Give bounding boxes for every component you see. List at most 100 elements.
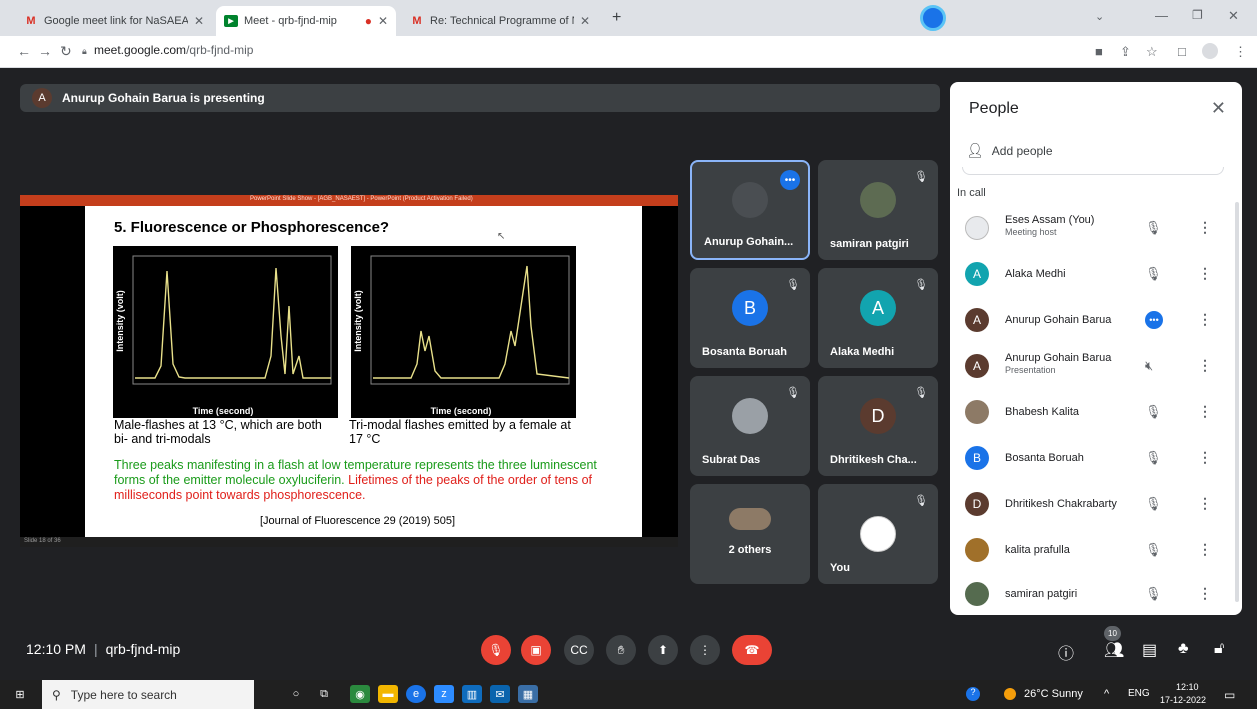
star-icon[interactable]: ☆ bbox=[1146, 44, 1158, 60]
leave-call-button[interactable]: ☎︎ bbox=[732, 635, 772, 665]
task-view-icon[interactable]: ⧉ bbox=[314, 685, 334, 703]
weather-text[interactable]: 26°C Sunny bbox=[1024, 688, 1083, 700]
mic-off-icon[interactable]: 🎙︎ bbox=[1145, 450, 1162, 466]
more-options-button[interactable]: ⋮ bbox=[690, 635, 720, 665]
sidebar-icon[interactable]: □ bbox=[1178, 44, 1186, 59]
participant-row[interactable]: Bhabesh Kalita 🎙︎ ⋮ bbox=[950, 390, 1230, 436]
people-panel: People ✕ 👤︎ Add people In call Eses Assa… bbox=[950, 82, 1242, 615]
camera-icon[interactable]: ■ bbox=[1095, 44, 1103, 59]
panel-scrollbar[interactable] bbox=[1235, 202, 1239, 602]
back-icon[interactable]: ← bbox=[17, 43, 31, 59]
mic-off-icon[interactable]: 🎙︎ bbox=[1145, 404, 1162, 420]
present-icon: ⬆ bbox=[657, 643, 669, 657]
in-call-heading: In call bbox=[957, 187, 986, 199]
maximize-icon[interactable]: ❐ bbox=[1192, 8, 1203, 22]
mic-off-icon[interactable]: 🎙︎ bbox=[1145, 496, 1162, 512]
tray-chevron-icon[interactable]: ^ bbox=[1104, 688, 1109, 700]
tile-samiran[interactable]: 🎙︎ samiran patgiri bbox=[818, 160, 938, 260]
more-vert-icon[interactable]: ⋮ bbox=[1198, 357, 1212, 374]
close-window-icon[interactable]: ✕ bbox=[1228, 8, 1239, 24]
more-options-icon[interactable]: ••• bbox=[780, 170, 800, 190]
help-icon[interactable]: ? bbox=[966, 687, 980, 701]
avatar: A bbox=[965, 262, 989, 286]
tab-gmail-technical[interactable]: M Re: Technical Programme of NaS... ✕ bbox=[402, 6, 598, 36]
tile-bosanta[interactable]: 🎙︎ B Bosanta Boruah bbox=[690, 268, 810, 368]
more-vert-icon[interactable]: ⋮ bbox=[1198, 449, 1212, 466]
activities-icon[interactable]: ♣ bbox=[1178, 640, 1189, 658]
menu-icon[interactable]: ⋮ bbox=[1234, 44, 1247, 60]
participant-row[interactable]: D Dhritikesh Chakrabarty 🎙︎ ⋮ bbox=[950, 482, 1230, 528]
avatar bbox=[965, 216, 989, 240]
close-tab-icon[interactable]: ✕ bbox=[378, 14, 388, 28]
url-field[interactable]: meet.google.com/qrb-fjnd-mip bbox=[94, 43, 253, 57]
chat-icon[interactable]: ▤ bbox=[1142, 640, 1157, 660]
more-vert-icon[interactable]: ⋮ bbox=[1198, 219, 1212, 236]
mic-toggle-button[interactable]: 🎙︎ bbox=[481, 635, 511, 665]
store-icon[interactable]: ▥ bbox=[462, 685, 482, 703]
captions-button[interactable]: CC bbox=[564, 635, 594, 665]
tile-anurup[interactable]: ••• Anurup Gohain... bbox=[690, 160, 810, 260]
clock-time[interactable]: 12:10 bbox=[1176, 682, 1199, 692]
participant-row[interactable]: A Alaka Medhi 🎙︎ ⋮ bbox=[950, 252, 1230, 298]
app-icon[interactable]: ▦ bbox=[518, 685, 538, 703]
windows-start-icon[interactable]: ⊞ bbox=[10, 685, 30, 703]
right-caption: Tri-modal flashes emitted by a female at… bbox=[349, 418, 571, 446]
mic-off-icon[interactable]: 🎙︎ bbox=[1145, 542, 1162, 558]
participant-row[interactable]: A Anurup Gohain Barua ••• ⋮ bbox=[950, 298, 1230, 344]
cortana-icon[interactable]: ○ bbox=[286, 685, 306, 703]
participant-row[interactable]: A Anurup Gohain Barua Presentation 🔇︎ ⋮ bbox=[950, 344, 1230, 390]
share-icon[interactable]: ⇪ bbox=[1120, 44, 1131, 60]
close-tab-icon[interactable]: ✕ bbox=[580, 14, 590, 28]
profile-avatar[interactable] bbox=[1202, 43, 1218, 59]
forward-icon[interactable]: → bbox=[38, 43, 52, 59]
close-icon[interactable]: ✕ bbox=[1211, 98, 1226, 119]
minimize-icon[interactable]: — bbox=[1155, 8, 1168, 23]
camera-toggle-button[interactable]: ▣ bbox=[521, 635, 551, 665]
audio-off-icon[interactable]: 🔇︎ bbox=[1145, 358, 1153, 374]
taskbar-search[interactable]: ⚲ Type here to search bbox=[42, 680, 254, 709]
close-tab-icon[interactable]: ✕ bbox=[194, 14, 204, 28]
mic-off-icon[interactable]: 🎙︎ bbox=[1145, 586, 1162, 602]
chevron-down-icon[interactable]: ⌄ bbox=[1095, 10, 1104, 23]
reload-icon[interactable]: ↻ bbox=[60, 43, 72, 60]
tab-label: Meet - qrb-fjnd-mip bbox=[244, 15, 337, 27]
zoom-icon[interactable]: z bbox=[434, 685, 454, 703]
participant-row[interactable]: Eses Assam (You) Meeting host 🎙︎ ⋮ bbox=[950, 206, 1230, 252]
left-xlabel: Time (second) bbox=[193, 406, 254, 416]
people-icon[interactable]: 👥︎ bbox=[1104, 640, 1124, 660]
more-vert-icon[interactable]: ⋮ bbox=[1198, 495, 1212, 512]
chrome-icon[interactable]: ◉ bbox=[350, 685, 370, 703]
participant-row[interactable]: kalita prafulla 🎙︎ ⋮ bbox=[950, 528, 1230, 574]
participant-row[interactable]: samiran patgiri 🎙︎ ⋮ bbox=[950, 572, 1230, 615]
host-controls-icon[interactable]: 🔓︎ bbox=[1214, 640, 1224, 658]
mail-icon[interactable]: ✉ bbox=[490, 685, 510, 703]
add-people-button[interactable]: 👤︎ Add people bbox=[966, 142, 1053, 159]
more-vert-icon[interactable]: ⋮ bbox=[1198, 585, 1212, 602]
raise-hand-button[interactable]: ✋︎ bbox=[606, 635, 636, 665]
mic-off-icon[interactable]: 🎙︎ bbox=[1145, 266, 1162, 282]
more-vert-icon[interactable]: ⋮ bbox=[1198, 265, 1212, 282]
file-explorer-icon[interactable]: ▬ bbox=[378, 685, 398, 703]
edge-icon[interactable]: e bbox=[406, 685, 426, 703]
participant-row[interactable]: B Bosanta Boruah 🎙︎ ⋮ bbox=[950, 436, 1230, 482]
present-button[interactable]: ⬆ bbox=[648, 635, 678, 665]
clock-date[interactable]: 17-12-2022 bbox=[1160, 695, 1206, 705]
tab-gmail-meet-link[interactable]: M Google meet link for NaSAEAST... ✕ bbox=[16, 6, 212, 36]
tile-subrat[interactable]: 🎙︎ Subrat Das bbox=[690, 376, 810, 476]
tab-meet[interactable]: ▶ Meet - qrb-fjnd-mip ● ✕ bbox=[216, 6, 396, 36]
mic-off-icon[interactable]: 🎙︎ bbox=[1145, 220, 1162, 236]
notification-icon[interactable]: ▭ bbox=[1224, 688, 1235, 702]
language-indicator[interactable]: ENG bbox=[1128, 688, 1150, 699]
presenting-banner: A Anurup Gohain Barua is presenting bbox=[20, 84, 940, 112]
more-vert-icon[interactable]: ⋮ bbox=[1198, 403, 1212, 420]
new-tab-icon[interactable]: + bbox=[612, 9, 621, 27]
tile-dhritikesh[interactable]: 🎙︎ D Dhritikesh Cha... bbox=[818, 376, 938, 476]
info-icon[interactable]: ⓘ bbox=[1058, 640, 1074, 664]
tile-you[interactable]: 🎙︎ You bbox=[818, 484, 938, 584]
more-vert-icon[interactable]: ⋮ bbox=[1198, 541, 1212, 558]
mic-off-icon: 🎙︎ bbox=[914, 387, 928, 399]
tile-others[interactable]: 2 others bbox=[690, 484, 810, 584]
tile-alaka[interactable]: 🎙︎ A Alaka Medhi bbox=[818, 268, 938, 368]
more-vert-icon[interactable]: ⋮ bbox=[1198, 311, 1212, 328]
browser-tab-bar: M Google meet link for NaSAEAST... ✕ ▶ M… bbox=[0, 0, 1257, 36]
